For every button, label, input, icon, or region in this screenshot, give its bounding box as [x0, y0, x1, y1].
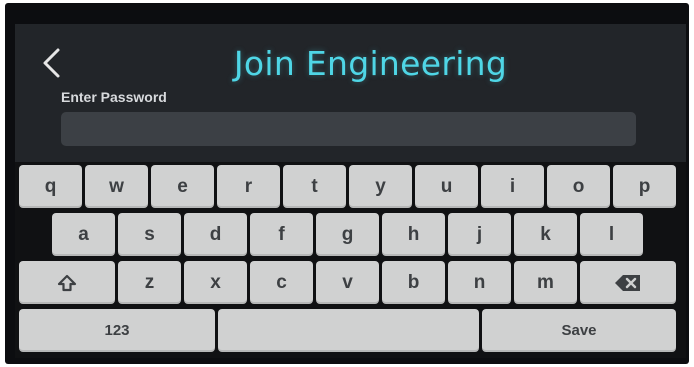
- key-r[interactable]: r: [217, 165, 280, 208]
- key-a[interactable]: a: [52, 213, 115, 256]
- key-k[interactable]: k: [514, 213, 577, 256]
- key-o[interactable]: o: [547, 165, 610, 208]
- key-q[interactable]: q: [19, 165, 82, 208]
- backspace-key[interactable]: [580, 261, 676, 304]
- space-key[interactable]: [218, 309, 479, 352]
- key-g[interactable]: g: [316, 213, 379, 256]
- key-m[interactable]: m: [514, 261, 577, 304]
- key-l[interactable]: l: [580, 213, 643, 256]
- key-e[interactable]: e: [151, 165, 214, 208]
- numbers-key[interactable]: 123: [19, 309, 215, 352]
- key-v[interactable]: v: [316, 261, 379, 304]
- on-screen-keyboard: q w e r t y u i o p a s d f g h j k l z …: [15, 162, 686, 358]
- key-x[interactable]: x: [184, 261, 247, 304]
- key-s[interactable]: s: [118, 213, 181, 256]
- key-h[interactable]: h: [382, 213, 445, 256]
- key-b[interactable]: b: [382, 261, 445, 304]
- key-t[interactable]: t: [283, 165, 346, 208]
- key-c[interactable]: c: [250, 261, 313, 304]
- backspace-icon: [615, 274, 640, 291]
- key-y[interactable]: y: [349, 165, 412, 208]
- page-title: Join Engineering: [233, 44, 508, 83]
- shift-key[interactable]: [19, 261, 115, 304]
- shift-icon: [57, 274, 77, 291]
- key-i[interactable]: i: [481, 165, 544, 208]
- key-d[interactable]: d: [184, 213, 247, 256]
- key-z[interactable]: z: [118, 261, 181, 304]
- key-j[interactable]: j: [448, 213, 511, 256]
- password-label: Enter Password: [61, 89, 167, 105]
- key-f[interactable]: f: [250, 213, 313, 256]
- key-u[interactable]: u: [415, 165, 478, 208]
- key-w[interactable]: w: [85, 165, 148, 208]
- wifi-join-screen: Join Engineering Enter Password q w e r …: [15, 24, 686, 358]
- save-button[interactable]: Save: [482, 309, 676, 352]
- password-input[interactable]: [61, 112, 636, 146]
- key-p[interactable]: p: [613, 165, 676, 208]
- key-n[interactable]: n: [448, 261, 511, 304]
